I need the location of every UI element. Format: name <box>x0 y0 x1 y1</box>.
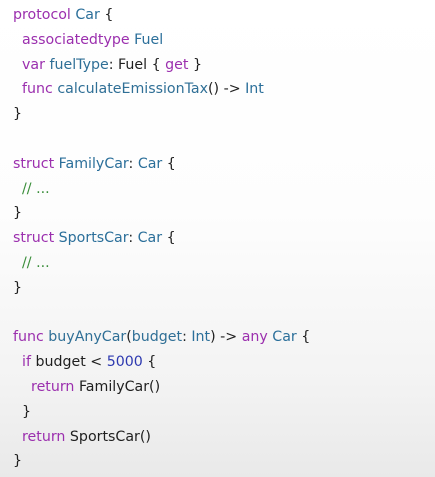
code-token-keyword: if <box>22 354 31 371</box>
code-token-keyword: return <box>31 378 75 395</box>
code-token-type: Car <box>137 155 163 172</box>
code-line: } <box>13 201 433 226</box>
code-line: associatedtype Fuel <box>13 28 433 53</box>
code-token-keyword: struct <box>13 230 55 247</box>
code-token-plain: FamilyCar() <box>74 378 161 395</box>
code-line: // ... <box>13 177 433 202</box>
code-line: func calculateEmissionTax() -> Int <box>13 77 433 102</box>
code-token-type: Int <box>191 329 211 346</box>
code-line: } <box>13 449 433 474</box>
code-line: return FamilyCar() <box>13 375 433 400</box>
code-token-keyword: protocol <box>13 7 71 23</box>
code-token-keyword: struct <box>13 155 55 172</box>
code-token-keyword: var <box>22 56 45 73</box>
code-line: struct FamilyCar: Car { <box>13 152 433 177</box>
code-line: } <box>13 102 433 127</box>
code-line: } <box>13 400 433 425</box>
code-token-keyword: func <box>22 81 53 98</box>
code-token-type: Int <box>245 81 264 98</box>
code-token-type: Car <box>272 329 297 346</box>
code-token-plain: } <box>13 106 23 123</box>
code-token-plain: } <box>13 279 23 296</box>
code-token-plain: () -> <box>208 81 246 98</box>
code-token-plain: { <box>162 155 176 172</box>
code-token-function: buyAnyCar <box>48 329 127 346</box>
code-token-function: budget <box>131 329 183 346</box>
code-token-plain: : <box>128 230 138 247</box>
code-line: var fuelType: Fuel { get } <box>13 53 433 78</box>
code-token-type: Car <box>75 7 100 23</box>
code-token-type: SportsCar <box>58 230 129 247</box>
code-token-plain: { <box>99 7 114 23</box>
code-token-keyword: func <box>13 329 44 346</box>
code-token-keyword: any <box>241 329 268 346</box>
code-token-comment: // ... <box>22 254 50 271</box>
code-line: struct SportsCar: Car { <box>13 226 433 251</box>
code-token-plain: : <box>128 155 138 172</box>
code-token-plain: : Fuel { <box>108 56 166 73</box>
code-token-type: Car <box>137 230 163 247</box>
code-line: protocol Car { <box>13 3 433 28</box>
code-token-type: FamilyCar <box>58 155 129 172</box>
code-token-plain: budget < <box>30 354 107 371</box>
code-token-plain: SportsCar() <box>65 428 151 445</box>
code-token-plain: { <box>162 230 176 247</box>
code-token-comment: // ... <box>22 180 50 197</box>
code-token-function: fuelType <box>49 56 109 73</box>
code-token-plain: : <box>182 329 192 346</box>
code-line: // ... <box>13 251 433 276</box>
code-token-plain: { <box>296 329 311 346</box>
code-token-plain: } <box>13 453 23 470</box>
code-token-keyword: associatedtype <box>22 31 130 48</box>
code-token-plain: } <box>13 403 32 420</box>
code-token-plain: } <box>13 205 23 222</box>
code-token-keyword: get <box>165 56 189 73</box>
code-token-type: Fuel <box>134 31 164 48</box>
code-line: if budget < 5000 { <box>13 350 433 375</box>
code-token-function: calculateEmissionTax <box>57 81 209 98</box>
code-token-keyword: return <box>22 428 66 445</box>
code-line: func buyAnyCar(budget: Int) -> any Car { <box>13 325 433 350</box>
code-block: protocol Car { associatedtype Fuel var f… <box>13 3 433 474</box>
code-token-plain: { <box>142 354 157 371</box>
code-line: } <box>13 276 433 301</box>
code-line: return SportsCar() <box>13 425 433 450</box>
code-token-plain: } <box>188 56 202 73</box>
code-token-plain: ) -> <box>210 329 242 346</box>
code-token-number: 5000 <box>106 354 143 371</box>
